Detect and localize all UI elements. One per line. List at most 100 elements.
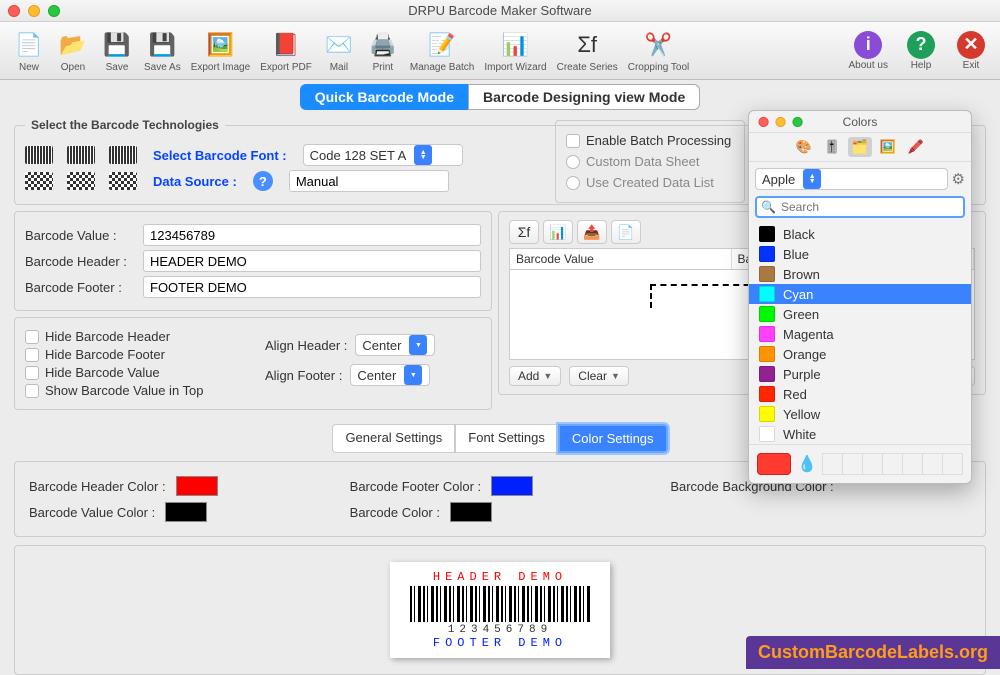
color-well[interactable]	[862, 453, 883, 475]
show-value-top-checkbox[interactable]: Show Barcode Value in Top	[25, 383, 265, 398]
color-item-purple[interactable]: Purple	[749, 364, 971, 384]
arrow-annotation	[650, 284, 760, 308]
barcode-color-swatch[interactable]	[450, 502, 492, 522]
color-settings-tab[interactable]: Color Settings	[558, 424, 668, 453]
new-button[interactable]: 📄New	[8, 29, 50, 73]
current-color-swatch[interactable]	[757, 453, 791, 475]
mail-button[interactable]: ✉️Mail	[318, 29, 360, 73]
gear-icon[interactable]: ⚙	[952, 170, 965, 188]
color-item-brown[interactable]: Brown	[749, 264, 971, 284]
excel-button[interactable]: 📊	[543, 220, 573, 244]
color-swatch-icon	[759, 406, 775, 422]
general-settings-tab[interactable]: General Settings	[332, 424, 455, 453]
manage-batch-button[interactable]: 📝Manage Batch	[406, 29, 479, 73]
color-swatch-icon	[759, 326, 775, 342]
window-titlebar: DRPU Barcode Maker Software	[0, 0, 1000, 22]
add-button[interactable]: Add▼	[509, 366, 561, 386]
print-button[interactable]: 🖨️Print	[362, 29, 404, 73]
color-well[interactable]	[882, 453, 903, 475]
linear-barcode-icon-2[interactable]	[67, 146, 95, 164]
data-source-label: Data Source :	[153, 174, 237, 189]
preview-value: 123456789	[410, 624, 590, 636]
open-button[interactable]: 📂Open	[52, 29, 94, 73]
export-image-button[interactable]: 🖼️Export Image	[187, 29, 254, 73]
formula-button[interactable]: Σf	[509, 220, 539, 244]
footer-color-swatch[interactable]	[491, 476, 533, 496]
save-button[interactable]: 💾Save	[96, 29, 138, 73]
color-search-input[interactable]	[755, 196, 965, 218]
color-item-magenta[interactable]: Magenta	[749, 324, 971, 344]
help-icon: ?	[907, 31, 935, 59]
export-button[interactable]: 📤	[577, 220, 607, 244]
image-palettes-icon[interactable]: 🖼️	[876, 137, 900, 157]
color-well[interactable]	[822, 453, 843, 475]
color-item-orange[interactable]: Orange	[749, 344, 971, 364]
watermark: CustomBarcodeLabels.org	[746, 636, 1000, 669]
barcode-font-select[interactable]: Code 128 SET A ▲▼	[303, 144, 463, 166]
export-pdf-button[interactable]: 📕Export PDF	[256, 29, 316, 73]
barcode-footer-input[interactable]	[143, 276, 481, 298]
exit-icon: ✕	[957, 31, 985, 59]
color-item-green[interactable]: Green	[749, 304, 971, 324]
color-swatch-icon	[759, 306, 775, 322]
new-icon: 📄	[13, 29, 45, 61]
data-source-input[interactable]	[289, 170, 449, 192]
color-palettes-icon[interactable]: 🗂️	[848, 137, 872, 157]
exit-button[interactable]: ✕Exit	[950, 31, 992, 71]
footer-color-label: Barcode Footer Color :	[350, 479, 482, 494]
eyedropper-icon[interactable]: 💧	[797, 454, 817, 474]
barcode-value-input[interactable]	[143, 224, 481, 246]
2d-barcode-icon[interactable]	[25, 172, 53, 190]
import-wizard-button[interactable]: 📊Import Wizard	[480, 29, 550, 73]
color-item-black[interactable]: Black	[749, 224, 971, 244]
hide-value-checkbox[interactable]: Hide Barcode Value	[25, 365, 265, 380]
cropping-tool-button[interactable]: ✂️Cropping Tool	[624, 29, 694, 73]
color-wheel-icon[interactable]: 🎨	[792, 137, 816, 157]
preview-header: HEADER DEMO	[410, 570, 590, 584]
barcode-header-input[interactable]	[143, 250, 481, 272]
color-well[interactable]	[942, 453, 963, 475]
palette-select[interactable]: Apple ▲▼	[755, 168, 948, 190]
col-barcode-value[interactable]: Barcode Value	[510, 249, 732, 269]
align-footer-select[interactable]: Center▼	[350, 364, 430, 386]
chevron-down-icon: ▼	[543, 371, 552, 381]
color-item-blue[interactable]: Blue	[749, 244, 971, 264]
preview-footer: FOOTER DEMO	[410, 636, 590, 650]
color-item-white[interactable]: White	[749, 424, 971, 444]
linear-barcode-icon[interactable]	[25, 146, 53, 164]
color-well[interactable]	[842, 453, 863, 475]
header-color-swatch[interactable]	[176, 476, 218, 496]
hide-footer-checkbox[interactable]: Hide Barcode Footer	[25, 347, 265, 362]
designing-view-mode-tab[interactable]: Barcode Designing view Mode	[468, 84, 700, 110]
color-swatch-icon	[759, 286, 775, 302]
help-icon[interactable]: ?	[253, 171, 273, 191]
save-as-button[interactable]: 💾Save As	[140, 29, 185, 73]
pencils-icon[interactable]: 🖍️	[904, 137, 928, 157]
color-item-cyan[interactable]: Cyan	[749, 284, 971, 304]
align-header-select[interactable]: Center▼	[355, 334, 435, 356]
create-series-button[interactable]: ΣfCreate Series	[553, 29, 622, 73]
quick-barcode-mode-tab[interactable]: Quick Barcode Mode	[300, 84, 468, 110]
color-swatch-icon	[759, 266, 775, 282]
barcode-header-label: Barcode Header :	[25, 254, 135, 269]
enable-batch-checkbox[interactable]: Enable Batch Processing	[566, 133, 734, 148]
clear-button[interactable]: Clear▼	[569, 366, 629, 386]
color-well[interactable]	[902, 453, 923, 475]
color-sliders-icon[interactable]: 🎚️	[820, 137, 844, 157]
value-color-swatch[interactable]	[165, 502, 207, 522]
2d-barcode-icon-2[interactable]	[67, 172, 95, 190]
hide-options-group: Hide Barcode Header Hide Barcode Footer …	[14, 317, 492, 410]
export-pdf-icon: 📕	[270, 29, 302, 61]
hide-header-checkbox[interactable]: Hide Barcode Header	[25, 329, 265, 344]
about-us-button[interactable]: iAbout us	[845, 31, 892, 71]
color-swatch-icon	[759, 386, 775, 402]
color-item-red[interactable]: Red	[749, 384, 971, 404]
color-well[interactable]	[922, 453, 943, 475]
linear-barcode-icon-3[interactable]	[109, 146, 137, 164]
color-wells	[823, 453, 963, 475]
font-settings-tab[interactable]: Font Settings	[455, 424, 558, 453]
text-button[interactable]: 📄	[611, 220, 641, 244]
color-item-yellow[interactable]: Yellow	[749, 404, 971, 424]
help-button[interactable]: ?Help	[900, 31, 942, 71]
2d-barcode-icon-3[interactable]	[109, 172, 137, 190]
